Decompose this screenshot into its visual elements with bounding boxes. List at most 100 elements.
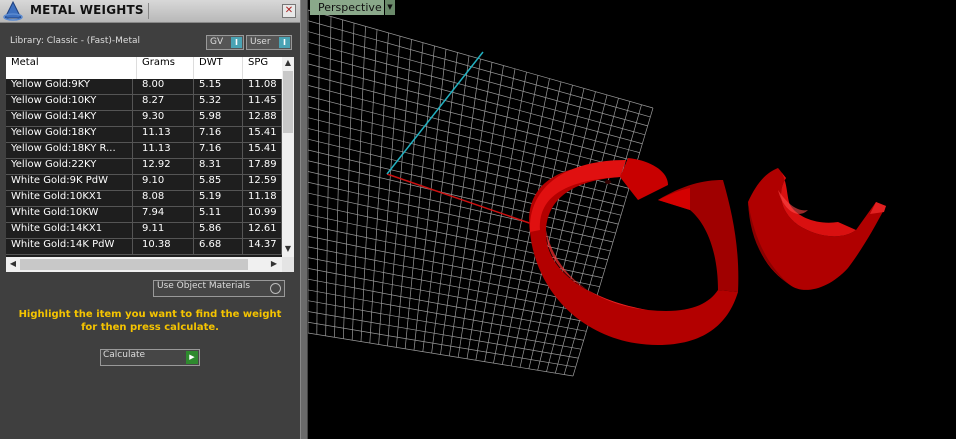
cell-grams: 10.38 [137,239,194,254]
panel-splitter[interactable] [300,0,308,439]
scroll-right-arrow-icon[interactable]: ▶ [268,258,280,270]
cell-dwt: 8.31 [194,159,243,174]
cell-dwt: 6.68 [194,239,243,254]
cell-metal: Yellow Gold:9KY [6,79,133,94]
column-header-metal[interactable]: Metal [6,57,137,79]
cell-metal: White Gold:10KX1 [6,191,133,206]
user-toggle[interactable]: User I [246,35,292,50]
cell-grams: 11.13 [137,143,194,158]
grid-line [308,192,608,261]
cell-grams: 11.13 [137,127,194,142]
cell-spg: 12.59 [243,175,282,190]
column-header-spg[interactable]: SPG [243,57,282,79]
panel-title: METAL WEIGHTS [30,3,144,17]
gv-toggle[interactable]: GV I [206,35,244,50]
table-row[interactable]: White Gold:10KW 7.94 5.11 10.99 [6,207,282,223]
use-object-materials-option[interactable]: Use Object Materials [153,280,285,297]
cell-dwt: 5.11 [194,207,243,222]
use-object-materials-label: Use Object Materials [157,281,251,291]
perspective-viewport[interactable]: Perspective ▼ [308,0,956,439]
viewport-canvas[interactable] [308,0,956,439]
view-dropdown-icon[interactable]: ▼ [385,0,395,15]
cell-dwt: 5.15 [194,79,243,94]
gv-toggle-label: GV [210,37,224,47]
title-divider [148,3,149,19]
grid-line [308,289,584,341]
grid-line [308,332,574,377]
calculate-button[interactable]: ▶ [186,351,198,364]
table-row[interactable]: White Gold:14KX1 9.11 5.86 12.61 [6,223,282,239]
table-row[interactable]: White Gold:9K PdW 9.10 5.85 12.59 [6,175,282,191]
cell-spg: 12.61 [243,223,282,238]
cell-spg: 10.99 [243,207,282,222]
cell-grams: 9.10 [137,175,194,190]
close-button[interactable]: ✕ [282,4,296,18]
table-row[interactable]: Yellow Gold:10KY 8.27 5.32 11.45 [6,95,282,111]
vertical-scrollbar[interactable]: ▲ ▼ [282,57,294,257]
cell-spg: 17.89 [243,159,282,174]
scroll-up-arrow-icon[interactable]: ▲ [282,57,294,69]
user-toggle-label: User [250,37,271,47]
cell-dwt: 5.19 [194,191,243,206]
cell-metal: White Gold:14K PdW [6,239,133,254]
table-row[interactable]: Yellow Gold:14KY 9.30 5.98 12.88 [6,111,282,127]
cell-metal: Yellow Gold:22KY [6,159,133,174]
gv-toggle-switch[interactable]: I [231,37,242,48]
cell-spg: 11.08 [243,79,282,94]
calculate-label: Calculate [103,350,146,360]
grid-line [466,68,516,359]
horizontal-scrollbar[interactable]: ◀ ▶ [6,257,282,272]
x-axis-line [386,173,539,227]
table-row[interactable]: Yellow Gold:18KY 11.13 7.16 15.41 [6,127,282,143]
cell-grams: 12.92 [137,159,194,174]
table-header: Metal Grams DWT SPG [6,57,282,79]
cell-grams: 8.08 [137,191,194,206]
scrollbar-corner [282,257,294,272]
library-label: Library: Classic - (Fast)-Metal [10,36,141,46]
cell-dwt: 7.16 [194,127,243,142]
cell-dwt: 5.98 [194,111,243,126]
cell-metal: White Gold:14KX1 [6,223,133,238]
cell-spg: 11.45 [243,95,282,110]
column-header-dwt[interactable]: DWT [194,57,243,79]
table-row[interactable]: White Gold:14K PdW 10.38 6.68 14.37 [6,239,282,255]
scroll-left-arrow-icon[interactable]: ◀ [7,258,19,270]
cell-dwt: 5.85 [194,175,243,190]
vertical-scroll-thumb[interactable] [283,71,293,133]
cell-metal: Yellow Gold:14KY [6,111,133,126]
table-row[interactable]: White Gold:10KX1 8.08 5.19 11.18 [6,191,282,207]
user-toggle-switch[interactable]: I [279,37,290,48]
cell-grams: 8.27 [137,95,194,110]
grid-line [308,311,579,359]
calculate-control[interactable]: Calculate ▶ [100,349,200,366]
table-row[interactable]: Yellow Gold:18KY R... 11.13 7.16 15.41 [6,143,282,159]
table-body: Yellow Gold:9KY 8.00 5.15 11.08 Yellow Gold… [6,79,282,257]
view-name-tab[interactable]: Perspective [310,0,384,15]
table-row[interactable]: Yellow Gold:9KY 8.00 5.15 11.08 [6,79,282,95]
cell-dwt: 7.16 [194,143,243,158]
cell-grams: 8.00 [137,79,194,94]
app-logo-icon [3,1,23,21]
cell-metal: Yellow Gold:18KY R... [6,143,133,158]
cell-dwt: 5.86 [194,223,243,238]
cell-grams: 9.11 [137,223,194,238]
cell-dwt: 5.32 [194,95,243,110]
cell-spg: 12.88 [243,111,282,126]
cell-spg: 15.41 [243,143,282,158]
grid-line [448,62,493,356]
grid-line [308,300,582,350]
horizontal-scroll-thumb[interactable] [20,259,248,270]
grid-line [308,321,576,368]
cell-grams: 7.94 [137,207,194,222]
cell-metal: Yellow Gold:10KY [6,95,133,110]
panel-titlebar[interactable]: METAL WEIGHTS ✕ [0,0,300,23]
cell-metal: Yellow Gold:18KY [6,127,133,142]
column-header-grams[interactable]: Grams [137,57,194,79]
cell-spg: 15.41 [243,127,282,142]
ring-head-model[interactable] [748,168,886,290]
use-object-materials-radio[interactable] [270,283,281,294]
cell-spg: 14.37 [243,239,282,254]
scroll-down-arrow-icon[interactable]: ▼ [282,243,294,255]
grid-line [308,278,587,332]
table-row[interactable]: Yellow Gold:22KY 12.92 8.31 17.89 [6,159,282,175]
